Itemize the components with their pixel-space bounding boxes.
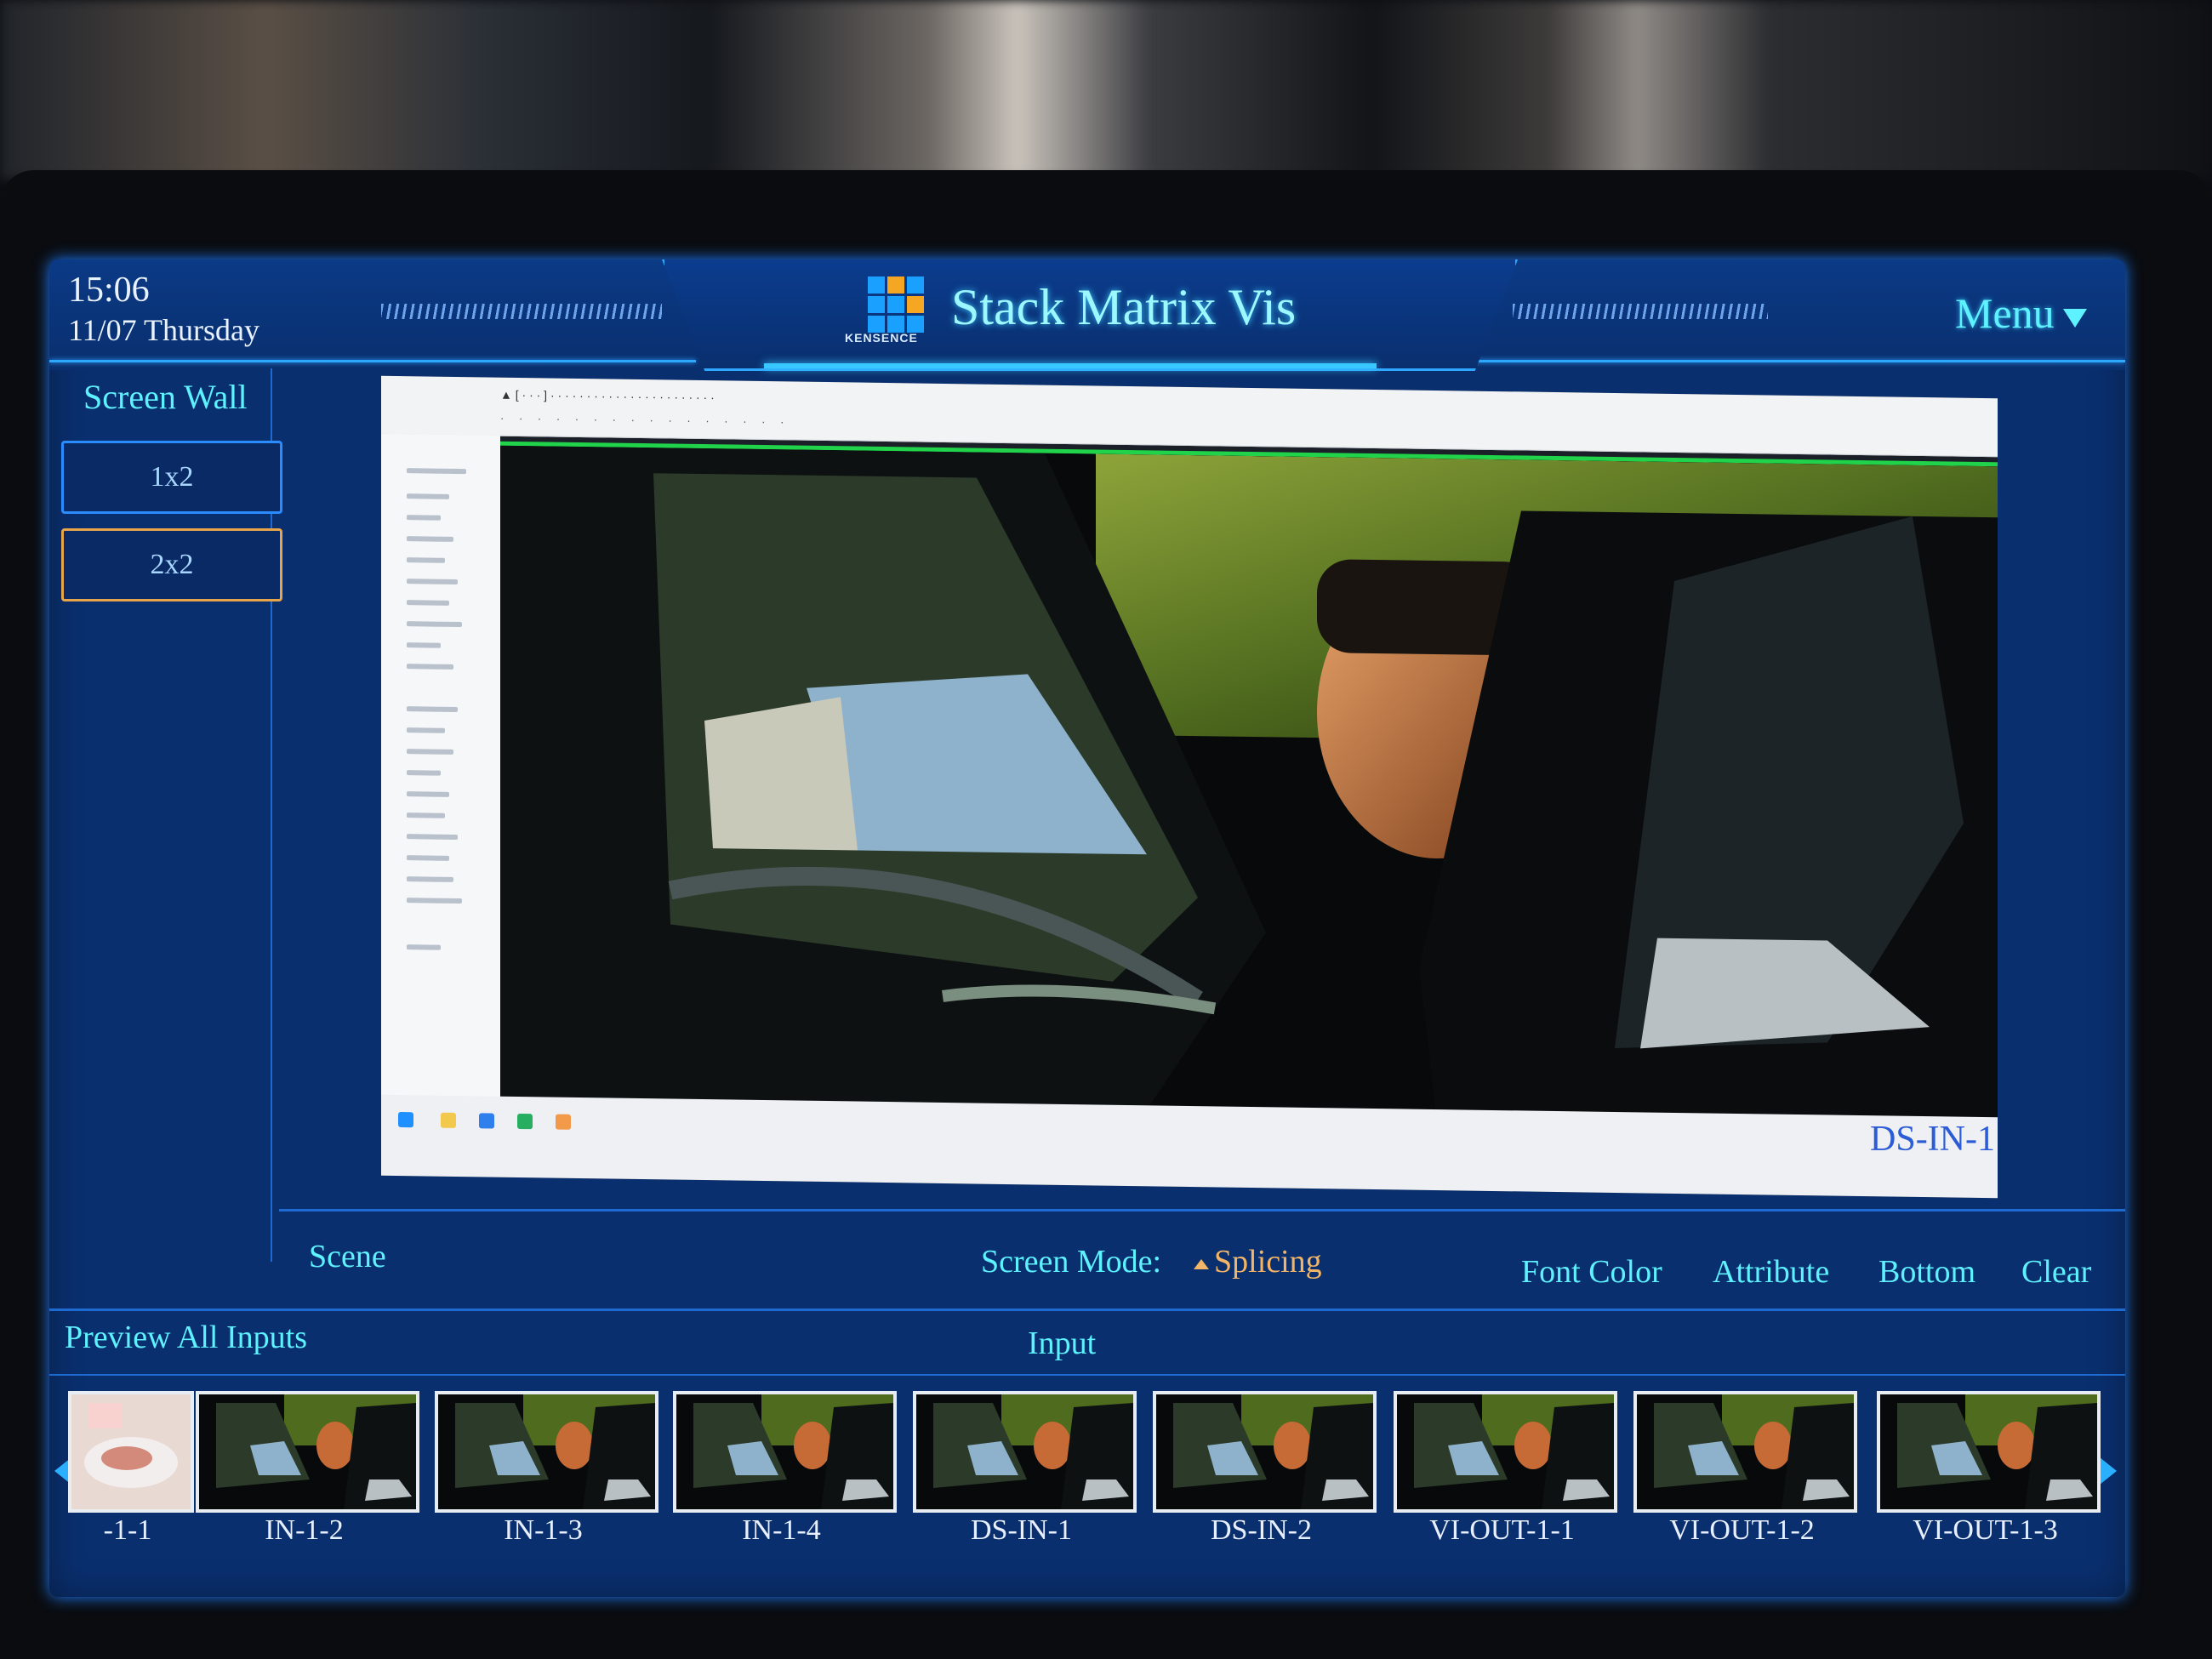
- input-thumbnail-image: [1397, 1394, 1614, 1509]
- taskbar-vlc-icon: [556, 1114, 571, 1130]
- screen-mode-label: Screen Mode:: [981, 1244, 1162, 1280]
- screen-wall-title: Screen Wall: [83, 378, 248, 416]
- player-window-menu: · · · · · · · · · · · · · · · ·: [500, 411, 784, 429]
- input-thumbnail[interactable]: [435, 1391, 658, 1513]
- input-thumbnail-label: IN-1-4: [742, 1514, 821, 1546]
- input-section-divider: [49, 1308, 2125, 1311]
- logo-wordmark: KENSENCE: [845, 331, 918, 345]
- app-screen: 15:06 11/07 Thursday KENSENCE Stack Matr…: [49, 259, 2125, 1597]
- clock-time: 15:06: [68, 271, 150, 310]
- input-thumbnail[interactable]: [1633, 1391, 1857, 1513]
- menu-label: Menu: [1955, 289, 2055, 337]
- attribute-button[interactable]: Attribute: [1713, 1253, 1829, 1291]
- explorer-sidebar: [381, 433, 500, 1116]
- menu-button[interactable]: Menu: [1955, 288, 2087, 338]
- taskbar-app-icon: [479, 1113, 494, 1129]
- input-thumbnail[interactable]: [1153, 1391, 1377, 1513]
- layout-button-1x2[interactable]: 1x2: [61, 441, 282, 514]
- input-thumbnail-image: [916, 1394, 1133, 1509]
- input-thumbnail-image: [1156, 1394, 1373, 1509]
- decorative-hatch-left: [381, 304, 662, 319]
- toolbar-divider: [279, 1209, 2125, 1211]
- input-strip-divider: [49, 1374, 2125, 1376]
- taskbar-folder-icon: [441, 1112, 456, 1128]
- font-color-button[interactable]: Font Color: [1521, 1253, 1662, 1291]
- clear-button[interactable]: Clear: [2021, 1253, 2091, 1291]
- input-thumbnail[interactable]: [1877, 1391, 2101, 1513]
- input-thumbnail-image: [676, 1394, 893, 1509]
- input-thumbnail-label: VI-OUT-1-1: [1429, 1514, 1575, 1546]
- video-content-image: [500, 445, 1998, 1122]
- input-thumbnail-label: DS-IN-2: [1211, 1514, 1312, 1546]
- input-thumbnail[interactable]: [913, 1391, 1137, 1513]
- preview-all-inputs-button[interactable]: Preview All Inputs: [65, 1319, 307, 1356]
- input-thumbnail-label: VI-OUT-1-3: [1913, 1514, 2058, 1546]
- kensence-logo-icon: [868, 276, 924, 333]
- player-window-title: ▲ [ · · · ] · · · · · · · · · · · · · · …: [500, 387, 715, 405]
- layout-button-2x2[interactable]: 2x2: [61, 528, 282, 601]
- title-underglow: [764, 363, 1377, 368]
- screen-mode-dropdown[interactable]: Splicing: [1194, 1243, 1322, 1280]
- input-thumbnail-image: [1880, 1394, 2097, 1509]
- screen-wall-preview[interactable]: ▲ [ · · · ] · · · · · · · · · · · · · · …: [381, 375, 1998, 1199]
- menu-dropdown-icon: [2062, 308, 2087, 328]
- input-thumbnail-image: [438, 1394, 655, 1509]
- input-thumbnail-label: VI-OUT-1-2: [1669, 1514, 1815, 1546]
- input-thumbnail-label: IN-1-3: [504, 1514, 583, 1546]
- screen-mode-value: Splicing: [1214, 1244, 1322, 1280]
- taskbar-browser-icon: [517, 1113, 533, 1130]
- input-thumbnail[interactable]: [196, 1391, 419, 1513]
- input-thumbnail-label: DS-IN-1: [971, 1514, 1072, 1546]
- input-thumbnail[interactable]: [1394, 1391, 1617, 1513]
- clock-date: 11/07 Thursday: [68, 313, 259, 347]
- decorative-hatch-right: [1513, 304, 1768, 319]
- input-section-title: Input: [1028, 1325, 1097, 1361]
- header-divider-left: [49, 360, 696, 362]
- input-thumbnail-image: [1637, 1394, 1854, 1509]
- input-thumbnail-image: [199, 1394, 416, 1509]
- app-title: Stack Matrix Vis: [951, 279, 1297, 335]
- header-divider-right: [1445, 360, 2125, 362]
- input-thumbnail-image: [71, 1394, 191, 1509]
- caret-up-icon: [1194, 1259, 1209, 1270]
- background-scene: [0, 0, 2212, 179]
- input-thumbnail-label: IN-1-2: [265, 1514, 344, 1546]
- input-thumbnail[interactable]: [673, 1391, 897, 1513]
- windows-start-icon: [398, 1112, 413, 1128]
- video-frame: [500, 441, 1998, 1122]
- scene-button[interactable]: Scene: [309, 1238, 386, 1275]
- screen-wall-sidebar: Screen Wall 1x2 2x2: [49, 368, 282, 1262]
- preview-source-label: DS-IN-1: [1870, 1120, 1995, 1159]
- bottom-button[interactable]: Bottom: [1878, 1253, 1975, 1291]
- input-thumbnail[interactable]: [68, 1391, 194, 1513]
